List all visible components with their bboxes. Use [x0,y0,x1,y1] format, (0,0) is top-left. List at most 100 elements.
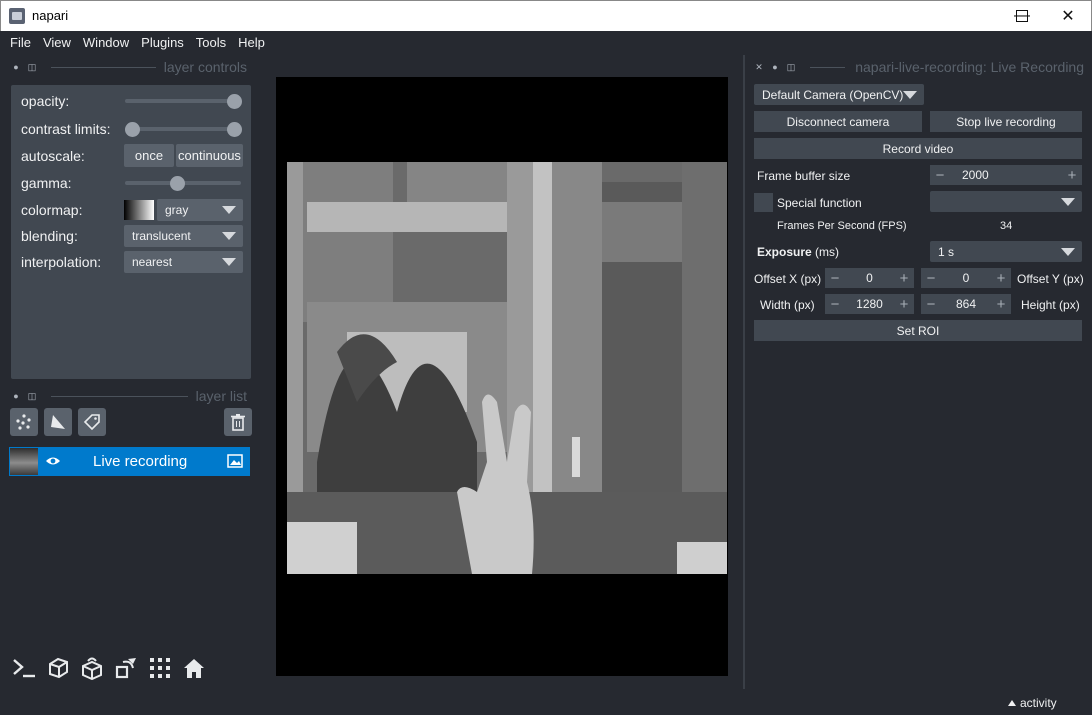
float-dock-icon[interactable]: ● [770,62,780,72]
points-icon [16,414,31,430]
dock-splitter[interactable] [743,55,745,689]
offset-y-label: Offset Y (px) [1017,272,1084,286]
plus-icon[interactable]: + [991,270,1011,287]
window-titlebar: napari — ✕ [0,0,1092,31]
height-value[interactable]: 864 [941,297,991,311]
chevron-down-icon [222,232,236,240]
plus-icon[interactable]: + [991,296,1011,313]
disconnect-camera-button[interactable]: Disconnect camera [754,111,922,132]
camera-live-frame [287,162,727,574]
minus-icon[interactable]: − [825,270,845,287]
maximize-button[interactable] [1016,10,1028,22]
special-function-select[interactable] [930,191,1082,212]
camera-select[interactable]: Default Camera (OpenCV) [754,84,924,105]
colormap-select[interactable]: gray [157,199,243,221]
menu-view[interactable]: View [37,31,77,55]
exposure-label-bold: Exposure [757,245,812,259]
home-button[interactable] [180,654,208,682]
blending-label: blending: [21,228,78,244]
minus-icon[interactable]: − [921,296,941,313]
minus-icon[interactable]: − [825,296,845,313]
minus-icon[interactable]: − [930,167,950,184]
pin-dock-icon[interactable]: ◫ [27,391,37,401]
layer-name[interactable]: Live recording [93,453,187,470]
height-spinbox[interactable]: − 864 + [921,294,1011,314]
gamma-label: gamma: [21,175,72,191]
activity-toggle[interactable]: activity [1008,696,1057,710]
close-window-button[interactable]: ✕ [1045,1,1091,31]
ndisplay-button[interactable] [44,654,72,682]
colormap-value: gray [165,203,189,217]
camera-select-value: Default Camera (OpenCV) [762,87,904,102]
frame-buffer-spinbox[interactable]: − 2000 + [930,165,1082,185]
menu-bar: File View Window Plugins Tools Help [0,31,1092,55]
layer-thumbnail [10,448,38,475]
menu-window[interactable]: Window [77,31,135,55]
chevron-down-icon [222,206,236,214]
transpose-dims-button[interactable] [112,654,140,682]
interpolation-label: interpolation: [21,254,102,270]
special-function-label: Special function [777,196,862,210]
menu-tools[interactable]: Tools [190,31,232,55]
console-icon [13,659,35,678]
eye-icon[interactable] [45,453,63,469]
special-function-checkbox[interactable] [754,193,773,212]
float-dock-icon[interactable]: ● [11,62,21,72]
menu-file[interactable]: File [4,31,37,55]
grid-view-button[interactable] [146,654,174,682]
opacity-slider[interactable] [125,99,241,103]
layer-list-dock-header: ● ◫ layer list [11,387,247,405]
console-button[interactable] [10,654,38,682]
autoscale-continuous-button[interactable]: continuous [176,144,243,167]
opacity-slider-handle[interactable] [227,94,242,109]
new-points-layer-button[interactable] [10,408,38,436]
width-spinbox[interactable]: − 1280 + [825,294,914,314]
new-shapes-layer-button[interactable] [44,408,72,436]
minus-icon[interactable]: − [921,270,941,287]
opacity-label: opacity: [21,93,70,109]
viewer-canvas[interactable] [276,77,728,676]
new-labels-layer-button[interactable] [78,408,106,436]
exposure-select[interactable]: 1 s [930,241,1082,262]
blending-select[interactable]: translucent [124,225,243,247]
offset-y-spinbox[interactable]: − 0 + [921,268,1011,288]
pin-dock-icon[interactable]: ◫ [27,62,37,72]
offset-x-value[interactable]: 0 [845,271,894,285]
plus-icon[interactable]: + [894,296,914,313]
contrast-limits-slider[interactable] [125,127,241,131]
contrast-min-handle[interactable] [125,122,140,137]
plus-icon[interactable]: + [894,270,914,287]
frame-buffer-value[interactable]: 2000 [950,168,1062,182]
height-label: Height (px) [1021,298,1080,312]
record-video-button[interactable]: Record video [754,138,1082,159]
frame-buffer-label: Frame buffer size [757,169,851,183]
autoscale-once-button[interactable]: once [124,144,174,167]
delete-layer-button[interactable] [224,408,252,436]
gamma-slider-handle[interactable] [170,176,185,191]
contrast-max-handle[interactable] [227,122,242,137]
width-label: Width (px) [760,298,815,312]
offset-x-spinbox[interactable]: − 0 + [825,268,914,288]
exposure-label-unit: (ms) [811,245,840,259]
roll-dims-button[interactable] [78,654,106,682]
width-value[interactable]: 1280 [845,297,894,311]
menu-plugins[interactable]: Plugins [135,31,190,55]
blending-value: translucent [132,229,191,243]
trash-icon [231,414,245,431]
set-roi-button[interactable]: Set ROI [754,320,1082,341]
close-icon[interactable]: ✕ [754,62,764,72]
offset-y-value[interactable]: 0 [941,271,991,285]
pin-dock-icon[interactable]: ◫ [786,62,796,72]
transpose-icon [115,658,136,679]
interpolation-select[interactable]: nearest [124,251,243,273]
menu-help[interactable]: Help [232,31,271,55]
exposure-label: Exposure (ms) [757,245,839,259]
plus-icon[interactable]: + [1062,167,1082,184]
layer-list-item[interactable]: Live recording [9,447,250,476]
plugin-dock-title: napari-live-recording: Live Recording [855,59,1084,75]
image-layer-icon [227,454,243,468]
stop-live-recording-button[interactable]: Stop live recording [930,111,1082,132]
float-dock-icon[interactable]: ● [11,391,21,401]
plugin-dock-header: ✕ ● ◫ napari-live-recording: Live Record… [754,58,1084,76]
fps-label: Frames Per Second (FPS) [777,220,907,232]
